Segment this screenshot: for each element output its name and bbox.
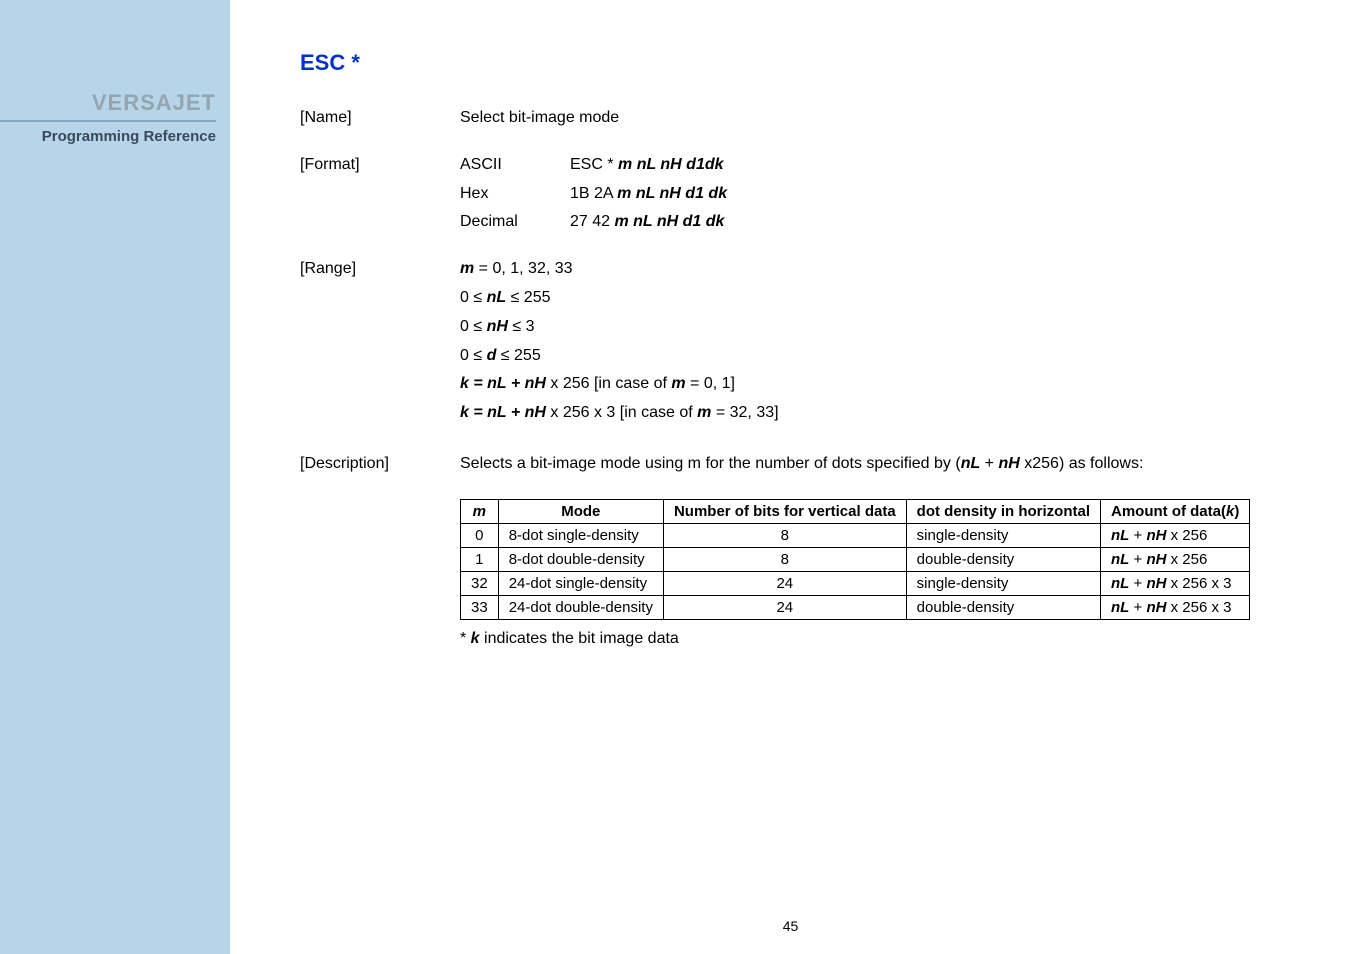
- cell-bits: 8: [663, 547, 906, 571]
- section-description: [Description] Selects a bit-image mode u…: [300, 452, 1311, 477]
- cell-density: single-density: [906, 523, 1100, 547]
- description-text: Selects a bit-image mode using m for the…: [460, 452, 1311, 477]
- format-value: 27 42 m nL nH d1 dk: [570, 210, 1311, 235]
- format-grid: ASCIIESC * m nL nH d1dkHex1B 2A m nL nH …: [460, 153, 1311, 235]
- cell-mode: 24-dot single-density: [498, 571, 663, 595]
- range-line: k = nL + nH x 256 x 3 [in case of m = 32…: [460, 401, 1311, 426]
- cell-density: double-density: [906, 595, 1100, 619]
- cell-m: 0: [461, 523, 499, 547]
- label-description: [Description]: [300, 452, 460, 477]
- format-value: ESC * m nL nH d1dk: [570, 153, 1311, 178]
- cell-density: double-density: [906, 547, 1100, 571]
- range-line: k = nL + nH x 256 [in case of m = 0, 1]: [460, 372, 1311, 397]
- table-row: 08-dot single-density8single-densitynL +…: [461, 523, 1250, 547]
- cell-bits: 24: [663, 595, 906, 619]
- cell-amount: nL + nH x 256: [1101, 547, 1250, 571]
- range-line: 0 ≤ d ≤ 255: [460, 344, 1311, 369]
- range-line: 0 ≤ nL ≤ 255: [460, 286, 1311, 311]
- main-content: ESC * [Name] Select bit-image mode [Form…: [230, 0, 1351, 954]
- cell-bits: 8: [663, 523, 906, 547]
- footnote: * k indicates the bit image data: [460, 630, 1311, 648]
- sidebar-subtitle: Programming Reference: [0, 120, 216, 145]
- th-amount: Amount of data(k): [1101, 499, 1250, 523]
- th-bits: Number of bits for vertical data: [663, 499, 906, 523]
- label-format: [Format]: [300, 153, 460, 235]
- range-lines: m = 0, 1, 32, 33 0 ≤ nL ≤ 255 0 ≤ nH ≤ 3 0 …: [460, 257, 1311, 430]
- cell-mode: 8-dot double-density: [498, 547, 663, 571]
- format-encoding: Decimal: [460, 210, 570, 235]
- range-line: 0 ≤ nH ≤ 3: [460, 315, 1311, 340]
- sidebar: VERSAJET Programming Reference: [0, 0, 230, 954]
- table-row: 3224-dot single-density24single-densityn…: [461, 571, 1250, 595]
- cell-mode: 24-dot double-density: [498, 595, 663, 619]
- cell-bits: 24: [663, 571, 906, 595]
- th-mode: Mode: [498, 499, 663, 523]
- format-encoding: ASCII: [460, 153, 570, 178]
- command-title: ESC *: [300, 50, 1311, 76]
- cell-amount: nL + nH x 256 x 3: [1101, 595, 1250, 619]
- format-encoding: Hex: [460, 182, 570, 207]
- section-format: [Format] ASCIIESC * m nL nH d1dkHex1B 2A…: [300, 153, 1311, 235]
- cell-amount: nL + nH x 256: [1101, 523, 1250, 547]
- cell-amount: nL + nH x 256 x 3: [1101, 571, 1250, 595]
- section-name: [Name] Select bit-image mode: [300, 106, 1311, 131]
- brand-title: VERSAJET: [0, 90, 216, 116]
- range-line: m = 0, 1, 32, 33: [460, 257, 1311, 282]
- th-density: dot density in horizontal: [906, 499, 1100, 523]
- section-range: [Range] m = 0, 1, 32, 33 0 ≤ nL ≤ 255 0 ≤ …: [300, 257, 1311, 430]
- label-range: [Range]: [300, 257, 460, 430]
- th-m: m: [461, 499, 499, 523]
- cell-m: 32: [461, 571, 499, 595]
- format-value: 1B 2A m nL nH d1 dk: [570, 182, 1311, 207]
- page-number: 45: [783, 918, 799, 934]
- cell-m: 33: [461, 595, 499, 619]
- cell-mode: 8-dot single-density: [498, 523, 663, 547]
- table-row: 3324-dot double-density24double-densityn…: [461, 595, 1250, 619]
- mode-table: m Mode Number of bits for vertical data …: [460, 499, 1250, 620]
- cell-density: single-density: [906, 571, 1100, 595]
- value-name: Select bit-image mode: [460, 106, 1311, 131]
- label-name: [Name]: [300, 106, 460, 131]
- table-row: 18-dot double-density8double-densitynL +…: [461, 547, 1250, 571]
- cell-m: 1: [461, 547, 499, 571]
